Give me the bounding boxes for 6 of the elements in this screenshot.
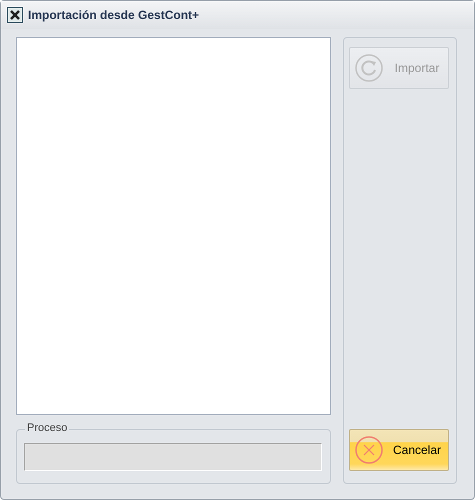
window-title: Importación desde GestCont+ xyxy=(28,8,200,22)
cancel-button[interactable]: Cancelar xyxy=(349,429,449,471)
cancel-icon xyxy=(354,435,384,465)
refresh-icon xyxy=(354,53,384,83)
app-icon xyxy=(7,7,23,23)
group-label: Proceso xyxy=(25,422,70,434)
